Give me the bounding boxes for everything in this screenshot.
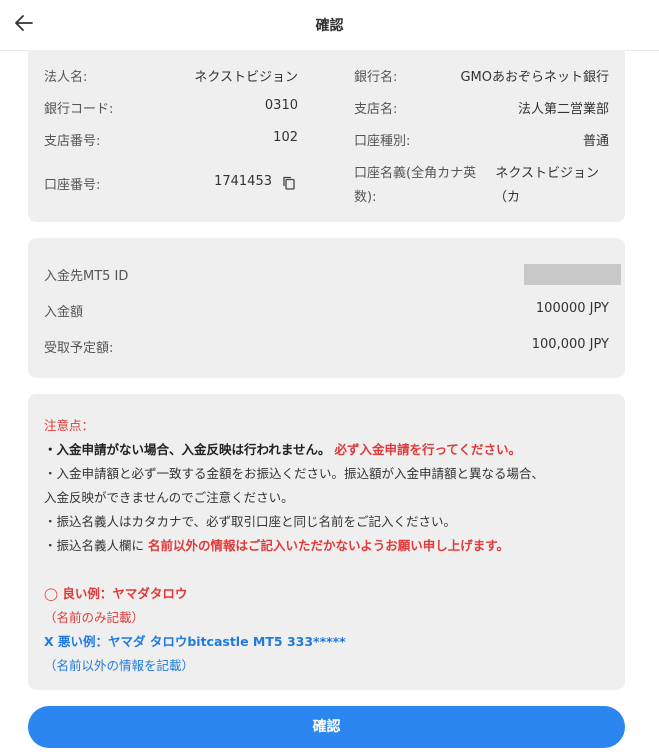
notice-line-2: ・入金申請額と必ず一致する金額をお振込ください。振込額が入金申請額と異なる場合、 [44, 466, 545, 481]
receive-amount-value: 100,000 JPY [531, 337, 609, 352]
branch-number-label: 支店番号: [44, 134, 101, 149]
notice-line-4: ・振込名義人はカタカナで、必ず取引口座と同じ名前をご記入ください。 [44, 514, 457, 529]
notice-line-5-red: 名前以外の情報はご記入いただかないようお願い申し上げます。 [148, 538, 510, 553]
confirm-button[interactable]: 確認 [28, 706, 625, 748]
account-type-value: 普通 [582, 134, 609, 149]
bank-code-label: 銀行コード: [44, 102, 114, 117]
account-holder-value-1: ネクストビジョン [495, 166, 599, 181]
notice-line-5-prefix: ・振込名義人欄に [44, 538, 145, 553]
corp-name-label: 法人名: [44, 70, 88, 85]
account-holder-label-2: 数): [354, 190, 377, 205]
header-bar: 確認 [0, 0, 659, 51]
bad-example-note: （名前以外の情報を記載） [44, 658, 195, 673]
notice-block: 注意点： ・入金申請がない場合、入金反映は行われません。 必ず入金申請を行ってく… [44, 414, 614, 678]
branch-name-label: 支店名: [354, 102, 398, 117]
notice-line-1: ・入金申請がない場合、入金反映は行われません。 必ず入金申請を行ってください。 [44, 438, 614, 462]
bank-code-value: 0310 [264, 98, 298, 113]
notice-title: 注意点： [44, 418, 95, 433]
branch-name-value: 法人第二営業部 [517, 102, 609, 117]
deposit-summary-card: 入金先MT5 ID 入金額 100000 JPY 受取予定額: 100,000 … [28, 238, 625, 378]
notice-line-3: 入金反映ができませんのでご注意ください。 [44, 490, 294, 505]
corp-name-value: ネクストビジョン [194, 70, 298, 85]
notice-line-1-red: 必ず入金申請を行ってください。 [334, 442, 522, 457]
mt5-id-redacted [524, 264, 621, 285]
notice-spacer [44, 558, 614, 582]
bad-example: X 悪い例：ヤマダ タロウbitcastle MT5 333***** [44, 634, 346, 649]
bank-info-card: 法人名: ネクストビジョン 銀行名: GMOあおぞらネット銀行 銀行コード: 0… [28, 50, 625, 222]
good-example-note: （名前のみ記載） [44, 610, 145, 625]
page-title: 確認 [315, 18, 344, 34]
account-number-label: 口座番号: [44, 178, 101, 193]
notice-line-5: ・振込名義人欄に 名前以外の情報はご記入いただかないようお願い申し上げます。 [44, 534, 614, 558]
account-holder-value-2: （カ [494, 190, 521, 205]
account-number-value: 1741453 [214, 174, 272, 189]
notice-card: 注意点： ・入金申請がない場合、入金反映は行われません。 必ず入金申請を行ってく… [28, 394, 625, 690]
receive-amount-label: 受取予定額: [44, 341, 114, 356]
bank-name-value: GMOあおぞらネット銀行 [460, 70, 609, 85]
notice-line-1-bold: ・入金申請がない場合、入金反映は行われません。 [44, 442, 331, 457]
amount-value: 100000 JPY [535, 301, 609, 316]
amount-label: 入金額 [44, 305, 84, 320]
account-type-label: 口座種別: [354, 134, 411, 149]
branch-number-value: 102 [273, 130, 298, 145]
account-holder-label-1: 口座名義(全角カナ英 [354, 166, 477, 181]
good-example: ◯ 良い例：ヤマダタロウ [44, 586, 188, 601]
copy-icon[interactable] [282, 175, 296, 190]
mt5-id-label: 入金先MT5 ID [44, 269, 129, 284]
bank-name-label: 銀行名: [354, 70, 398, 85]
